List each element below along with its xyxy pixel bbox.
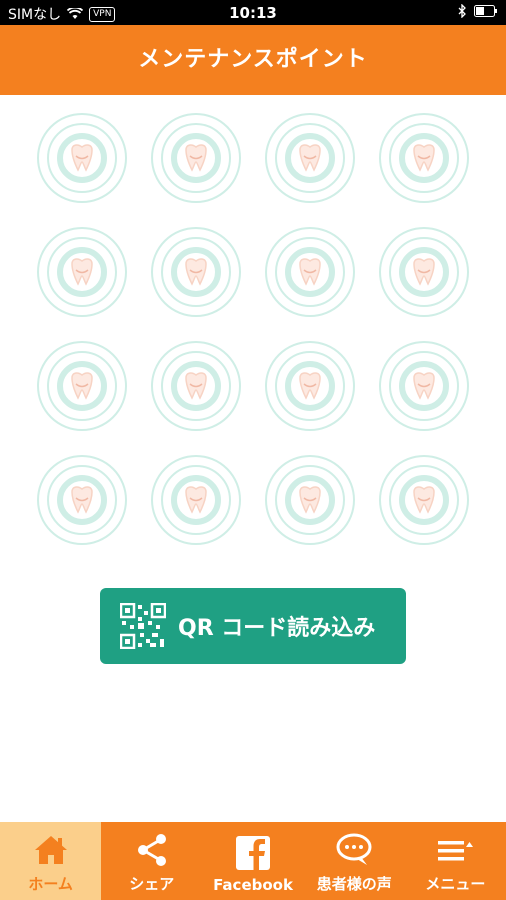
stamp-slot [379,113,469,203]
stamp-slot [265,113,355,203]
tab-label-menu: メニュー [425,875,486,893]
stamp-slot [379,227,469,317]
battery-icon [474,5,497,17]
tab-patient-voices[interactable]: 患者様の声 [304,822,405,900]
stamp-slot [151,341,241,431]
tooth-logo-icon [275,351,345,421]
tooth-logo-icon [275,123,345,193]
tooth-logo-icon [389,465,459,535]
tooth-logo-icon [161,237,231,307]
stamp-slot [379,341,469,431]
stamp-slot [265,227,355,317]
tab-home[interactable]: ホーム [0,822,102,900]
tooth-logo-icon [47,465,117,535]
tab-label-patient-voices: 患者様の声 [316,875,392,893]
tooth-logo-icon [161,123,231,193]
bluetooth-icon [458,4,466,18]
page-title: メンテナンスポイント [0,25,506,95]
qr-code-icon [120,603,166,649]
home-icon [34,836,67,864]
stamp-slot [151,227,241,317]
tooth-logo-icon [47,123,117,193]
status-right [458,4,498,18]
status-time: 10:13 [229,4,277,22]
tooth-logo-icon [389,351,459,421]
tooth-logo-icon [47,351,117,421]
facebook-icon [236,836,270,870]
stamp-slot [37,113,127,203]
qr-scan-button[interactable]: QR コード読み込み [100,588,406,664]
tab-label-share: シェア [129,875,175,893]
stamp-slot [379,455,469,545]
tooth-logo-icon [275,237,345,307]
speech-bubble-icon [336,833,372,865]
tab-label-facebook: Facebook [213,876,293,894]
tab-share[interactable]: シェア [101,822,202,900]
stamp-slot [265,455,355,545]
qr-button-label: QR コード読み込み [178,616,376,641]
status-bar: SIMなし VPN 10:13 [0,0,506,25]
menu-icon [438,841,474,861]
tooth-logo-icon [161,465,231,535]
tooth-logo-icon [389,237,459,307]
tab-menu[interactable]: メニュー [405,822,506,900]
tooth-logo-icon [161,351,231,421]
stamp-slot [151,455,241,545]
stamp-slot [151,113,241,203]
stamp-slot [37,455,127,545]
tooth-logo-icon [47,237,117,307]
tooth-logo-icon [389,123,459,193]
tab-label-home: ホーム [28,875,73,893]
stamp-slot [37,341,127,431]
stamp-grid [37,113,473,545]
share-icon [137,834,166,866]
stamp-slot [37,227,127,317]
tab-facebook[interactable]: Facebook [202,822,303,900]
tab-bar: ホーム シェア Facebook 患者様の声 メニュー [0,822,506,900]
tooth-logo-icon [275,465,345,535]
stamp-slot [265,341,355,431]
